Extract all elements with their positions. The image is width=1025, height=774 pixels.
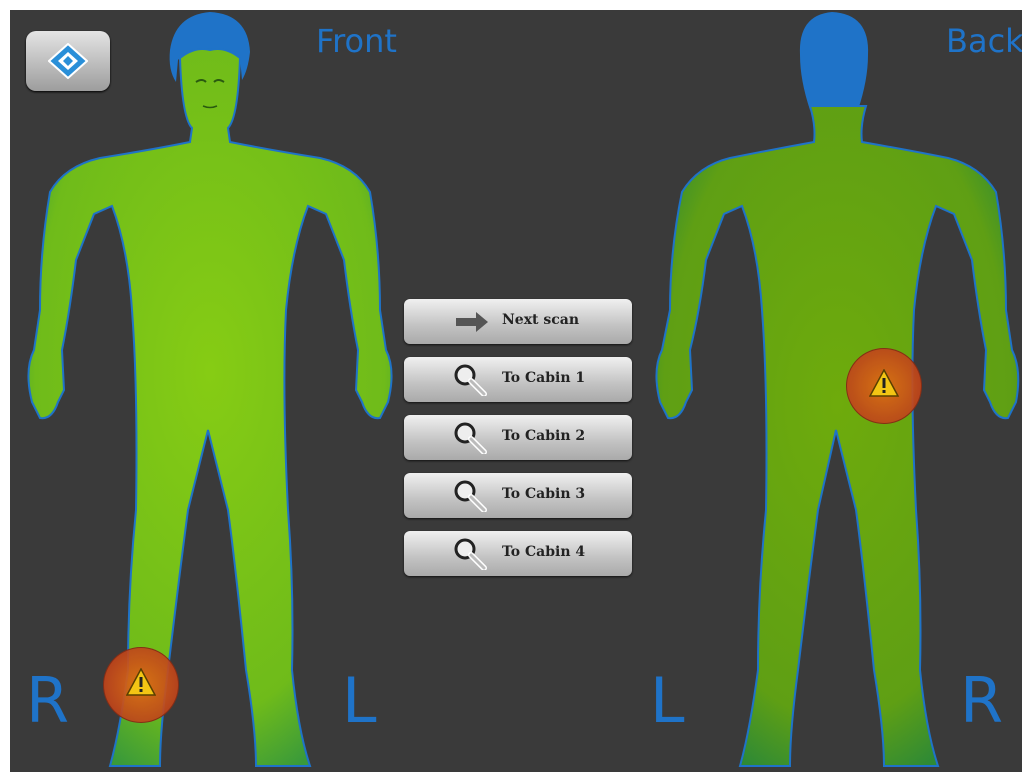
warning-triangle-icon [869,369,899,397]
front-left-side-marker: L [342,664,377,737]
scanner-screen: Front Back R L L R Next scan To Cabin 1 … [10,10,1022,772]
back-view-label: Back [946,22,1022,60]
magnifier-icon [454,538,487,570]
magnifier-icon [454,480,487,512]
to-cabin-1-label: To Cabin 1 [502,370,586,386]
rohde-schwarz-logo-icon [48,43,88,79]
back-left-side-marker: L [650,664,685,737]
to-cabin-2-label: To Cabin 2 [502,428,586,444]
action-menu: Next scan To Cabin 1 To Cabin 2 To Cabin… [404,299,632,589]
warning-triangle-icon [126,668,156,696]
front-right-side-marker: R [26,664,70,737]
to-cabin-3-label: To Cabin 3 [502,486,586,502]
magnifier-icon [454,422,487,454]
to-cabin-2-button[interactable]: To Cabin 2 [404,415,632,460]
arrow-right-icon [456,312,488,332]
to-cabin-1-button[interactable]: To Cabin 1 [404,357,632,402]
back-hair [799,12,869,110]
back-right-side-marker: R [960,664,1004,737]
next-scan-button[interactable]: Next scan [404,299,632,344]
front-view-label: Front [316,22,397,60]
to-cabin-4-button[interactable]: To Cabin 4 [404,531,632,576]
back-hip-alert-marker[interactable] [846,348,922,424]
next-scan-label: Next scan [502,312,580,328]
to-cabin-4-label: To Cabin 4 [502,544,586,560]
home-logo-button[interactable] [26,31,110,91]
to-cabin-3-button[interactable]: To Cabin 3 [404,473,632,518]
magnifier-icon [454,364,487,396]
front-leg-alert-marker[interactable] [103,647,179,723]
